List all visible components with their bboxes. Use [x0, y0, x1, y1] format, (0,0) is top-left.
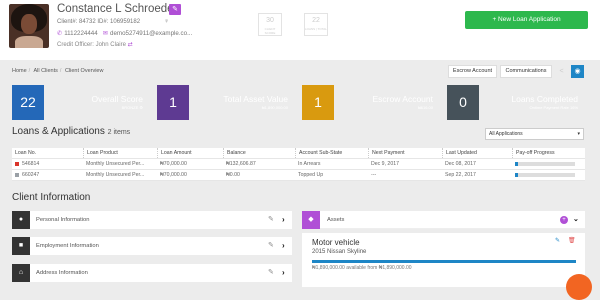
address-information-row[interactable]: ⌂ Address Information ✎ › — [12, 264, 292, 282]
edit-client-button[interactable]: ✎ — [169, 4, 181, 15]
total-asset-value-card: 1 Total Asset Value ₦1,890,000.00 — [157, 85, 293, 120]
gender-icon: ♀ — [164, 18, 170, 25]
loans-table: Loan No. Loan Product Loan Amount Balanc… — [12, 148, 585, 181]
breadcrumb-home[interactable]: Home — [12, 68, 27, 74]
chevron-down-icon: ▾ — [577, 131, 580, 137]
escrow-account-card: 1 Escrow Account ₦616.00 — [302, 85, 438, 120]
loans-total-stat: 22 LOANS | TOTAL — [304, 13, 328, 36]
phone-number[interactable]: 1112224444 — [64, 30, 98, 37]
asset-item: Motor vehicle 2015 Nissan Skyline ₦1,890… — [302, 233, 585, 287]
pencil-icon[interactable]: ✎ — [268, 264, 274, 282]
rss-icon[interactable]: ◉ — [571, 65, 584, 78]
table-row[interactable]: 660247 Monthly Unsecured Per... ₦70,000.… — [12, 170, 585, 181]
cube-icon: ◆ — [302, 211, 320, 229]
table-row[interactable]: 546814 Monthly Unsecured Per... ₦70,000.… — [12, 159, 585, 170]
loans-section-title: Loans & Applications 2 items — [12, 126, 131, 137]
employment-information-row[interactable]: ■ Employment Information ✎ › — [12, 237, 292, 255]
briefcase-icon: ■ — [12, 237, 30, 255]
credit-officer: Credit Officer: John Claire ⇄ — [57, 42, 133, 48]
client-information-title: Client Information — [12, 192, 91, 203]
chevron-right-icon[interactable]: › — [282, 237, 285, 255]
email-icon: ✉ — [102, 30, 109, 37]
delete-asset-icon[interactable]: 🗑 — [568, 237, 576, 244]
chat-widget-button[interactable] — [566, 274, 592, 300]
personal-information-row[interactable]: ● Personal Information ✎ › — [12, 211, 292, 229]
overall-score-card: 22 Overall Score BRONZE ⚙ — [12, 85, 148, 120]
table-header: Loan No. Loan Product Loan Amount Balanc… — [12, 148, 585, 159]
swap-icon[interactable]: ⇄ — [128, 42, 133, 48]
chevron-down-icon[interactable]: ⌄ — [573, 211, 579, 229]
client-score-stat: 30 CLIENT SCORE — [258, 13, 282, 36]
add-asset-button[interactable]: + — [560, 216, 568, 224]
client-ids: Client#: 84732 ID#: 106959182 — [57, 19, 141, 25]
loans-completed-card: 0 Loans Completed Ontime Payment Rate 16… — [447, 85, 583, 120]
user-icon: ● — [12, 211, 30, 229]
asset-progress-bar — [312, 260, 576, 263]
edit-asset-icon[interactable]: ✎ — [555, 237, 560, 244]
new-loan-application-button[interactable]: + New Loan Application — [465, 11, 588, 29]
chevron-right-icon[interactable]: › — [282, 211, 285, 229]
breadcrumb-all-clients[interactable]: All Clients — [33, 68, 57, 74]
share-icon[interactable]: < — [555, 65, 568, 78]
escrow-account-button[interactable]: Escrow Account — [448, 65, 497, 78]
communications-button[interactable]: Communications — [500, 65, 552, 78]
asset-availability: ₦1,890,000.00 available from ₦1,890,000.… — [312, 265, 412, 271]
client-name: Constance L Schroeder — [57, 3, 178, 15]
status-indicator — [15, 161, 19, 166]
breadcrumb-current: Client Overview — [64, 68, 104, 74]
client-header: Constance L Schroeder ✎ Client#: 84732 I… — [0, 0, 600, 60]
pencil-icon: ✎ — [172, 6, 178, 13]
payoff-progress-bar — [515, 161, 575, 166]
chevron-right-icon[interactable]: › — [282, 264, 285, 282]
phone-icon: ✆ — [57, 30, 63, 37]
applications-filter-select[interactable]: All Applications ▾ — [485, 128, 584, 140]
asset-subtitle: 2015 Nissan Skyline — [312, 249, 367, 255]
home-icon: ⌂ — [12, 264, 30, 282]
pencil-icon[interactable]: ✎ — [268, 211, 274, 229]
assets-panel-header[interactable]: ◆ Assets + ⌄ — [302, 211, 585, 229]
email-address[interactable]: demo5274911@example.co... — [110, 30, 192, 37]
asset-title: Motor vehicle — [312, 238, 360, 247]
payoff-progress-bar — [515, 172, 575, 177]
status-indicator — [15, 172, 19, 177]
contact-line: ✆ 1112224444 ✉ demo5274911@example.co... — [57, 30, 192, 37]
avatar — [9, 4, 49, 48]
pencil-icon[interactable]: ✎ — [268, 237, 274, 255]
